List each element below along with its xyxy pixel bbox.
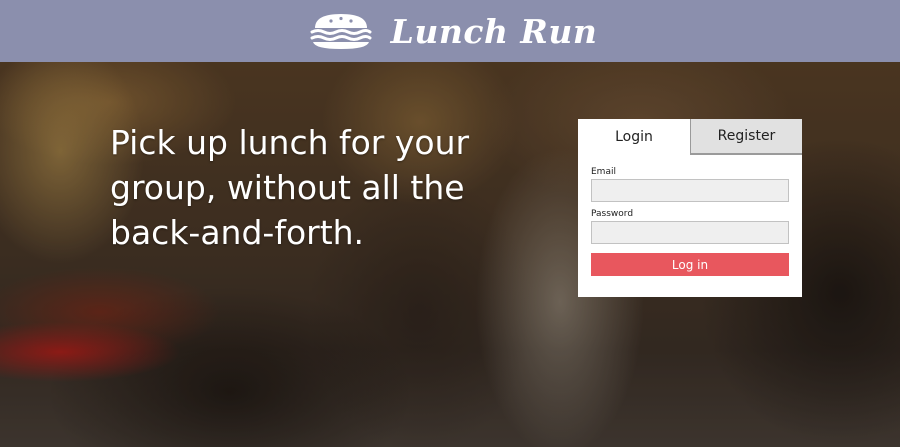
- top-bar: Lunch Run: [0, 0, 900, 62]
- auth-tabs: Login Register: [578, 119, 802, 155]
- brand-name: Lunch Run: [390, 11, 598, 51]
- password-field[interactable]: [591, 221, 789, 244]
- email-field[interactable]: [591, 179, 789, 202]
- hero-headline: Pick up lunch for your group, without al…: [110, 123, 470, 252]
- login-form: Email Password Log in: [578, 155, 802, 276]
- tab-register[interactable]: Register: [690, 119, 802, 155]
- sandwich-icon: [310, 14, 372, 49]
- tab-login[interactable]: Login: [578, 119, 690, 155]
- email-label: Email: [591, 167, 616, 177]
- auth-card: Login Register Email Password Log in: [578, 119, 802, 297]
- brand[interactable]: Lunch Run: [309, 11, 598, 51]
- password-label: Password: [591, 209, 634, 219]
- login-button[interactable]: Log in: [591, 253, 789, 276]
